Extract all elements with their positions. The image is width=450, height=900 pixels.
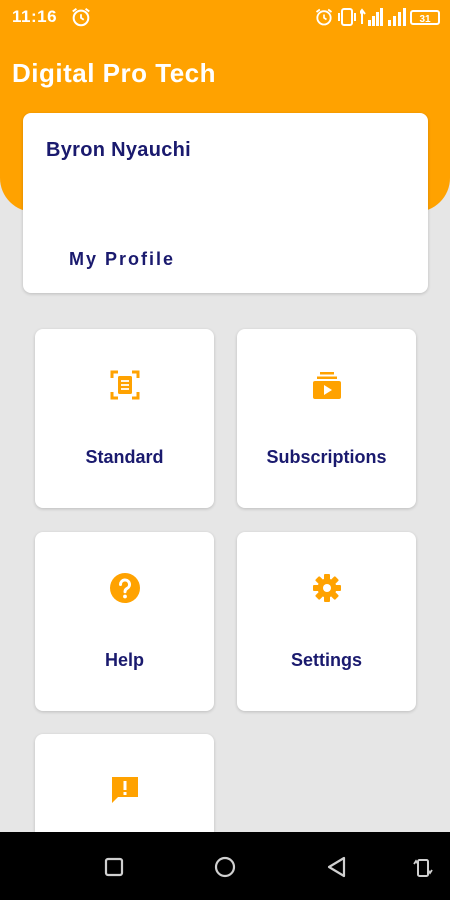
profile-name: Byron Nyauchi	[46, 139, 192, 161]
app-screen: 11:16 31 Digital Pro Tech Byron Nyauchi …	[0, 0, 450, 900]
alarm-icon	[315, 8, 333, 26]
gear-icon	[312, 574, 341, 602]
signal-icon	[388, 8, 406, 26]
tile-help-label: Help	[104, 650, 144, 670]
my-profile-link[interactable]: My Profile	[69, 249, 175, 270]
help-icon	[109, 573, 140, 603]
tile-subscriptions-label: Subscriptions	[266, 447, 387, 467]
alarm-icon	[70, 6, 92, 33]
tile-help[interactable]: Help	[35, 532, 214, 711]
tile-standard-label: Standard	[85, 447, 164, 467]
feedback-icon	[111, 777, 138, 803]
tile-subscriptions[interactable]: Subscriptions	[237, 329, 416, 508]
back-triangle-icon[interactable]	[324, 854, 350, 880]
profile-card[interactable]: Byron Nyauchi My Profile	[23, 113, 428, 293]
tile-settings-label: Settings	[290, 650, 362, 670]
status-icons: 31	[314, 7, 440, 27]
status-time: 11:16	[12, 7, 58, 26]
square-icon[interactable]	[101, 854, 127, 880]
tile-feedback[interactable]	[35, 734, 214, 832]
vibrate-icon	[338, 8, 356, 26]
navigation-bar	[0, 832, 450, 900]
status-bar: 11:16 31	[0, 0, 450, 36]
rotate-icon[interactable]	[410, 854, 436, 880]
app-title: Digital Pro Tech	[12, 58, 216, 88]
subscriptions-icon	[312, 372, 341, 399]
circle-icon[interactable]	[212, 854, 238, 880]
document-scan-icon	[110, 370, 139, 400]
tile-standard[interactable]: Standard	[35, 329, 214, 508]
signal-icon	[360, 8, 383, 26]
battery-indicator: 31	[410, 9, 440, 25]
tile-settings[interactable]: Settings	[237, 532, 416, 711]
